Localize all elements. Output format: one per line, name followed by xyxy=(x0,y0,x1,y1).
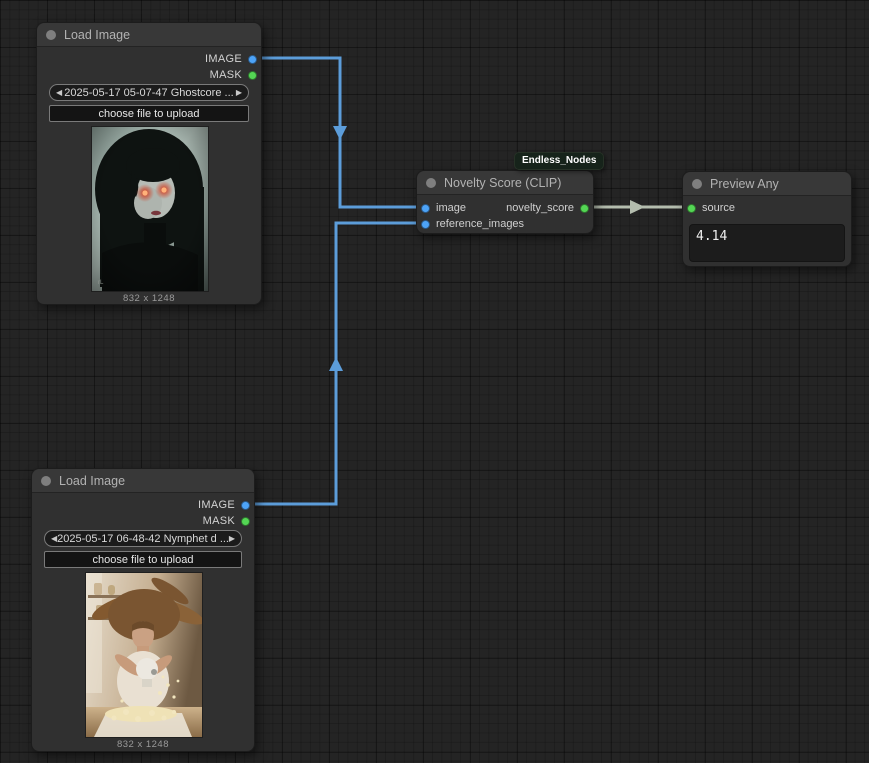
svg-text:rL: rL xyxy=(98,280,104,286)
node-load-image-top[interactable]: Load Image IMAGE MASK ◀ 2025-05-17 05-07… xyxy=(36,22,262,305)
node-preview-any[interactable]: Preview Any source 4.14 xyxy=(682,171,852,267)
image-preview-kitchen xyxy=(86,573,202,737)
node-header[interactable]: Load Image xyxy=(37,23,261,47)
image-filename-combo[interactable]: ◀ 2025-05-17 06-48-42 Nymphet d ... ▶ xyxy=(44,530,242,547)
link-arrow-right-icon xyxy=(630,200,645,214)
node-title: Load Image xyxy=(64,28,130,42)
node-novelty-score[interactable]: Novelty Score (CLIP) image reference_ima… xyxy=(416,170,594,234)
link-top-image-to-image xyxy=(255,58,424,207)
output-label-mask: MASK xyxy=(210,69,242,81)
input-slot-image[interactable] xyxy=(421,204,430,213)
output-label-mask: MASK xyxy=(203,515,235,527)
collapse-dot-icon[interactable] xyxy=(426,178,436,188)
preview-value-box: 4.14 xyxy=(689,224,845,262)
node-canvas[interactable]: Load Image IMAGE MASK ◀ 2025-05-17 05-07… xyxy=(0,0,869,763)
link-bottom-image-to-reference xyxy=(248,223,424,504)
combo-next-icon[interactable]: ▶ xyxy=(236,89,242,97)
output-slot-image[interactable] xyxy=(248,55,257,64)
combo-value: 2025-05-17 06-48-42 Nymphet d ... xyxy=(57,533,229,545)
node-title: Preview Any xyxy=(710,177,779,191)
output-slot-mask[interactable] xyxy=(248,71,257,80)
node-load-image-bottom[interactable]: Load Image IMAGE MASK ◀ 2025-05-17 06-48… xyxy=(31,468,255,752)
output-label-novelty-score: novelty_score xyxy=(506,202,574,214)
collapse-dot-icon[interactable] xyxy=(41,476,51,486)
node-pack-badge: Endless_Nodes xyxy=(514,152,604,170)
input-label-image: image xyxy=(436,202,466,214)
combo-value: 2025-05-17 05-07-47 Ghostcore ... xyxy=(62,87,236,99)
input-label-reference-images: reference_images xyxy=(436,218,524,230)
link-arrow-down-icon xyxy=(333,126,347,140)
collapse-dot-icon[interactable] xyxy=(46,30,56,40)
image-dimensions-label: 832 x 1248 xyxy=(37,293,261,304)
node-title: Load Image xyxy=(59,474,125,488)
output-label-image: IMAGE xyxy=(205,53,242,65)
output-slot-mask[interactable] xyxy=(241,517,250,526)
output-label-image: IMAGE xyxy=(198,499,235,511)
output-slot-novelty-score[interactable] xyxy=(580,204,589,213)
image-filename-combo[interactable]: ◀ 2025-05-17 05-07-47 Ghostcore ... ▶ xyxy=(49,84,249,101)
combo-next-icon[interactable]: ▶ xyxy=(229,535,235,543)
input-slot-reference-images[interactable] xyxy=(421,220,430,229)
image-dimensions-label: 832 x 1248 xyxy=(32,739,254,750)
collapse-dot-icon[interactable] xyxy=(692,179,702,189)
image-preview-portrait: rL xyxy=(92,127,208,291)
input-label-source: source xyxy=(702,202,735,214)
node-header[interactable]: Novelty Score (CLIP) xyxy=(417,171,593,195)
choose-file-button[interactable]: choose file to upload xyxy=(44,551,242,568)
choose-file-button[interactable]: choose file to upload xyxy=(49,105,249,122)
node-header[interactable]: Preview Any xyxy=(683,172,851,196)
node-header[interactable]: Load Image xyxy=(32,469,254,493)
output-slot-image[interactable] xyxy=(241,501,250,510)
input-slot-source[interactable] xyxy=(687,204,696,213)
node-title: Novelty Score (CLIP) xyxy=(444,176,561,190)
link-arrow-up-icon xyxy=(329,357,343,371)
